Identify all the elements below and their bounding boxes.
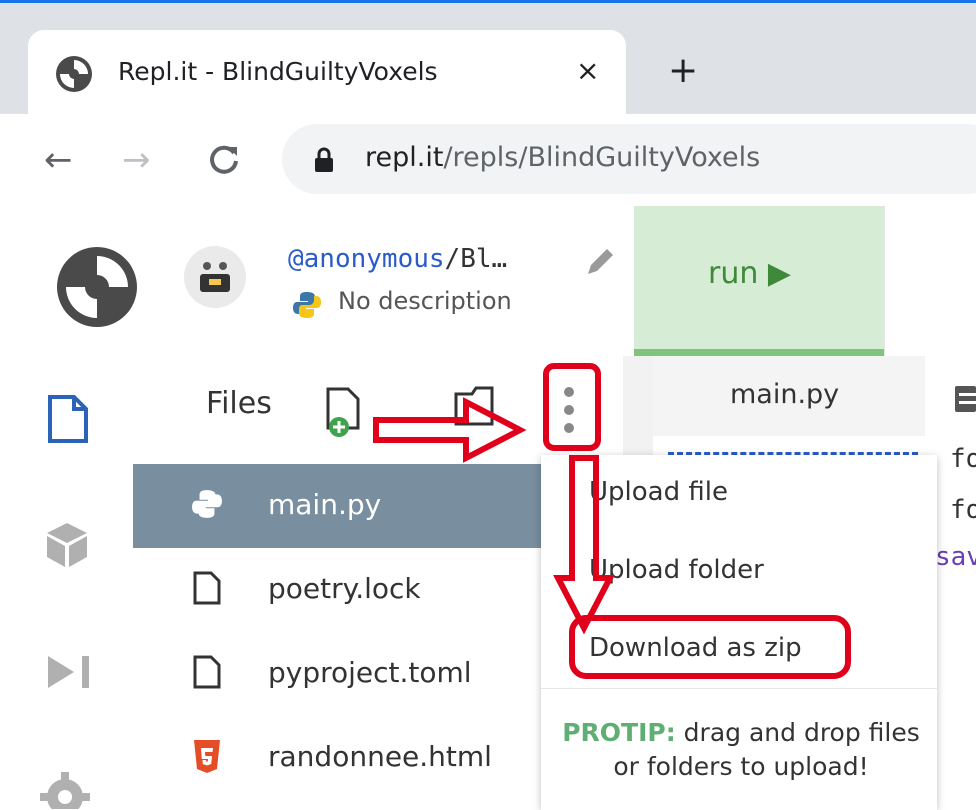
annotation-arrow-right-icon [373,397,527,463]
annotation-overlay [373,363,851,679]
annotation-highlight-download-zip [569,615,851,679]
annotation-arrow-down-icon [553,455,615,635]
annotation-highlight-more-options [543,363,601,451]
